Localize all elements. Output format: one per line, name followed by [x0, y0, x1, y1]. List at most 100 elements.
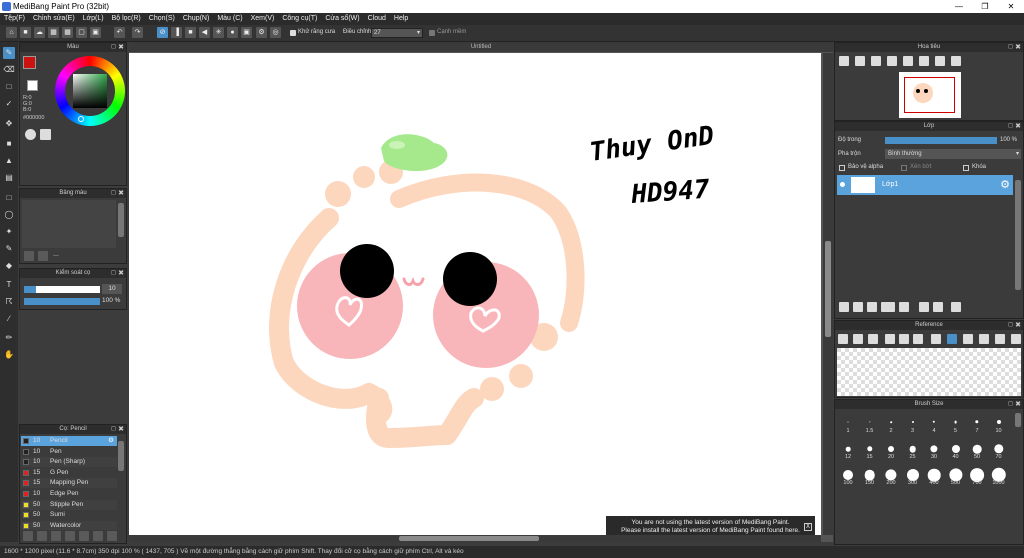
clipping-checkbox[interactable] — [901, 165, 907, 171]
drawing-canvas[interactable]: Thuy OnD HD947 You are not using the lat… — [129, 53, 821, 539]
brush-size-option[interactable]: 7 — [967, 413, 987, 435]
snap-curve-icon[interactable]: ▣ — [241, 27, 252, 38]
select-eraser-icon[interactable]: ◆ — [3, 260, 15, 272]
float-icon[interactable]: ◻ — [1008, 321, 1013, 330]
menu-file[interactable]: Tệp(F) — [0, 13, 29, 25]
close-icon[interactable]: ✖ — [1015, 400, 1021, 409]
hand-tool-icon[interactable]: ✋ — [3, 349, 15, 361]
close-icon[interactable]: ✖ — [118, 189, 124, 198]
ref-eyedropper-icon[interactable] — [931, 334, 941, 344]
brush-size-option[interactable]: 1.5 — [860, 413, 880, 435]
brush-size-option[interactable]: 700 — [967, 465, 987, 487]
brush-list-item[interactable]: 50 Stipple Pen — [21, 499, 117, 510]
eyedropper-tool-icon[interactable]: ✏ — [3, 332, 15, 344]
brush-list-item[interactable]: 10 Pen (Sharp) — [21, 457, 117, 468]
menu-select[interactable]: Chọn(S) — [145, 13, 179, 25]
ref-upload-icon[interactable] — [838, 334, 848, 344]
add-palette-icon[interactable] — [24, 251, 34, 261]
edge-soft-checkbox[interactable] — [429, 30, 435, 36]
brush-size-option[interactable]: 50 — [967, 439, 987, 461]
delete-palette-icon[interactable] — [38, 251, 48, 261]
ref-close-icon[interactable] — [868, 334, 878, 344]
snap-3d-icon[interactable]: ◎ — [270, 27, 281, 38]
gear-icon[interactable]: ⚙ — [1000, 178, 1010, 191]
antialias-checkbox[interactable] — [290, 30, 296, 36]
brush-settings-icon[interactable] — [65, 531, 75, 541]
new-layer-icon[interactable] — [839, 302, 849, 312]
add-brush-icon[interactable] — [51, 531, 61, 541]
reset-rotate-icon[interactable] — [951, 56, 961, 66]
layer-scrollbar[interactable] — [1015, 180, 1021, 290]
close-notice-icon[interactable]: X — [804, 523, 812, 531]
ref-zoom-in-icon[interactable] — [885, 334, 895, 344]
brush-list-item[interactable]: 10 Pencil ⚙ — [21, 436, 117, 446]
brush-size-option[interactable]: 4 — [924, 413, 944, 435]
saturation-square[interactable] — [73, 74, 107, 108]
rotate-right-icon[interactable] — [935, 56, 945, 66]
text-tool-icon[interactable]: T — [3, 279, 15, 291]
close-icon[interactable]: ✖ — [118, 425, 124, 434]
rotate-left-icon[interactable] — [903, 56, 913, 66]
layer-row[interactable]: Lớp1 ⚙ — [837, 175, 1013, 195]
brush-size-option[interactable]: 1000 — [989, 465, 1009, 487]
cloud-icon[interactable]: ☁ — [34, 27, 45, 38]
brush-list-item[interactable]: 10 Edge Pen — [21, 489, 117, 499]
snap-radial-icon[interactable]: ✳ — [213, 27, 224, 38]
gear-icon[interactable]: ⚙ — [108, 436, 114, 446]
brush-size-option[interactable]: 5 — [946, 413, 966, 435]
brush-list-scrollbar[interactable] — [118, 441, 124, 471]
brush-size-option[interactable]: 500 — [946, 465, 966, 487]
snap-settings-icon[interactable]: ⚙ — [256, 27, 267, 38]
brush-size-option[interactable]: 12 — [838, 439, 858, 461]
brush-size-option[interactable]: 25 — [903, 439, 923, 461]
merge-layer-icon[interactable] — [933, 302, 943, 312]
actual-size-icon[interactable] — [887, 56, 897, 66]
brush-size-option[interactable]: 2 — [881, 413, 901, 435]
brush-cloud-icon[interactable] — [37, 531, 47, 541]
flip-icon[interactable] — [919, 56, 929, 66]
protect-alpha-checkbox[interactable] — [839, 165, 845, 171]
brush-size-option[interactable]: 15 — [860, 439, 880, 461]
minimize-button[interactable]: — — [946, 0, 972, 13]
brush-size-option[interactable]: 200 — [881, 465, 901, 487]
float-icon[interactable]: ◻ — [1008, 43, 1013, 52]
brush-opacity-slider[interactable] — [24, 298, 100, 305]
ref-open-icon[interactable] — [853, 334, 863, 344]
brush-size-option[interactable]: 150 — [860, 465, 880, 487]
maximize-button[interactable]: ❐ — [972, 0, 998, 13]
brush-folder-icon[interactable] — [79, 531, 89, 541]
brush-size-option[interactable]: 10 — [989, 413, 1009, 435]
eye-icon[interactable] — [840, 182, 845, 187]
color-wheel[interactable] — [55, 56, 125, 126]
float-icon[interactable]: ◻ — [111, 425, 116, 434]
layer-opacity-slider[interactable] — [885, 137, 997, 144]
menu-snap[interactable]: Chụp(N) — [179, 13, 213, 25]
brush-size-option[interactable]: 3 — [903, 413, 923, 435]
close-window-button[interactable]: ✕ — [998, 0, 1024, 13]
save-icon[interactable]: ■ — [20, 27, 31, 38]
navigator-thumbnail[interactable] — [899, 72, 961, 118]
close-icon[interactable]: ✖ — [1015, 122, 1021, 131]
close-icon[interactable]: ✖ — [1015, 43, 1021, 52]
brush-size-option[interactable]: 300 — [903, 465, 923, 487]
menu-tools[interactable]: Công cụ(T) — [278, 13, 321, 25]
primary-color-swatch[interactable] — [23, 56, 36, 69]
grid-icon[interactable]: ▦ — [62, 27, 73, 38]
lock-checkbox[interactable] — [963, 165, 969, 171]
duplicate-layer-icon[interactable] — [919, 302, 929, 312]
vertical-scroll-thumb[interactable] — [825, 241, 831, 337]
brush-size-option[interactable]: 20 — [881, 439, 901, 461]
move-tool-icon[interactable]: ✥ — [3, 118, 15, 130]
text-frame-icon[interactable]: ▣ — [90, 27, 101, 38]
magic-wand-icon[interactable]: ✦ — [3, 226, 15, 238]
zoom-in-icon[interactable] — [839, 56, 849, 66]
palette-scrollbar[interactable] — [118, 203, 124, 237]
snap-vanish-icon[interactable]: ◀ — [199, 27, 210, 38]
palette-swatch-area[interactable] — [22, 200, 116, 248]
snap-parallel-icon[interactable]: ▐ — [171, 27, 182, 38]
ref-zoom-out-icon[interactable] — [913, 334, 923, 344]
menu-edit[interactable]: Chỉnh sửa(E) — [29, 13, 79, 25]
close-icon[interactable]: ✖ — [118, 269, 124, 278]
undo-icon[interactable]: ↶ — [114, 27, 125, 38]
snap-off-icon[interactable]: ⊘ — [157, 27, 168, 38]
